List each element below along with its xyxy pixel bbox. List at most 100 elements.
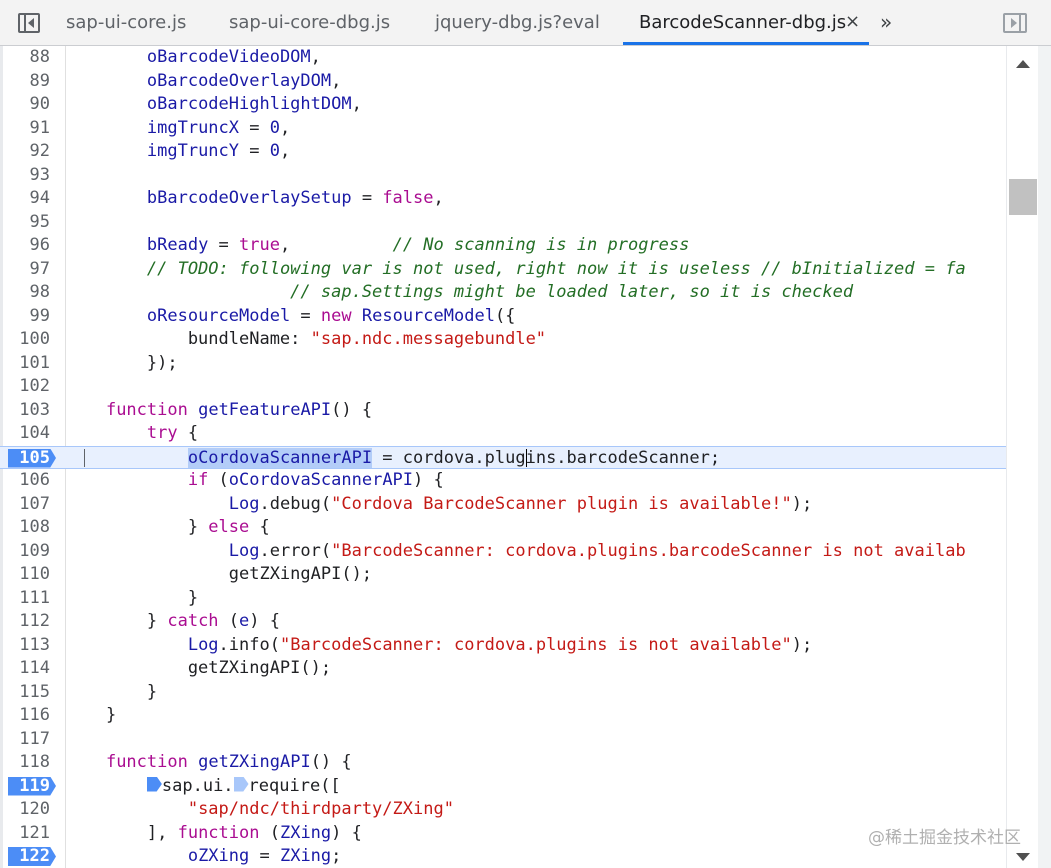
line-number[interactable]: 115 [0,681,50,705]
code-token: .error( [259,540,332,561]
line-number[interactable]: 110 [0,563,50,587]
code-text[interactable]: if (oCordovaScannerAPI) { [65,469,444,493]
code-text[interactable]: }); [65,352,178,376]
code-token: = [208,235,240,255]
scroll-up-icon[interactable] [1016,60,1030,68]
code-text[interactable]: bBarcodeOverlaySetup = false, [65,187,444,211]
code-token: getZXingAPI [198,752,311,772]
line-number[interactable]: 95 [0,211,50,235]
line-number[interactable]: 108 [0,516,50,540]
code-text[interactable]: ], function (ZXing) { [65,822,362,846]
line-number[interactable]: 109 [0,540,50,564]
tab-barcode-scanner-dbg[interactable]: BarcodeScanner-dbg.js [639,0,846,45]
line-number[interactable]: 100 [0,328,50,352]
code-token: , [351,94,362,114]
code-text[interactable]: Log.info("BarcodeScanner: cordova.plugin… [65,634,812,658]
line-number[interactable]: 122 [0,845,50,868]
code-text[interactable]: oCordovaScannerAPI = cordova.plugins.bar… [65,447,720,471]
code-text[interactable]: oBarcodeOverlayDOM, [65,70,341,94]
line-number[interactable]: 107 [0,493,50,517]
code-text[interactable]: try { [65,422,198,446]
code-line: 100 bundleName: "sap.ndc.messagebundle" [0,328,1006,352]
line-number[interactable]: 118 [0,751,50,775]
line-number[interactable]: 112 [0,610,50,634]
code-token: ); [791,493,813,514]
code-text[interactable]: imgTruncX = 0, [65,117,290,141]
vertical-scrollbar[interactable] [1006,46,1039,868]
code-text[interactable]: // sap.Settings might be loaded later, s… [65,281,853,305]
line-number[interactable]: 111 [0,587,50,611]
line-number[interactable]: 96 [0,234,50,258]
line-number[interactable]: 114 [0,657,50,681]
code-token: "sap/ndc/thirdparty/ZXing" [187,799,454,819]
code-text[interactable]: sap.ui. require([ [65,775,341,799]
code-token: bundleName: [65,329,311,349]
line-number[interactable]: 89 [0,70,50,94]
code-text[interactable]: Log.error("BarcodeScanner: cordova.plugi… [65,540,966,564]
line-number[interactable]: 116 [0,704,50,728]
line-number[interactable]: 90 [0,93,50,117]
scrollbar-thumb[interactable] [1009,179,1037,215]
tab-sap-ui-core-dbg[interactable]: sap-ui-core-dbg.js [229,0,390,45]
line-number[interactable]: 103 [0,399,50,423]
line-number[interactable]: 117 [0,728,50,752]
line-number[interactable]: 104 [0,422,50,446]
line-number[interactable]: 119 [0,775,50,799]
tab-sap-ui-core[interactable]: sap-ui-core.js [66,0,186,45]
line-number[interactable]: 101 [0,352,50,376]
line-number[interactable]: 91 [0,117,50,141]
tab-jquery-dbg[interactable]: jquery-dbg.js?eval [435,0,600,45]
line-number[interactable]: 120 [0,798,50,822]
scroll-down-icon[interactable] [1016,853,1030,861]
close-icon[interactable]: × [845,11,860,32]
line-number[interactable]: 93 [0,164,50,188]
code-text[interactable]: } [65,681,157,705]
sidebar-left-icon[interactable] [18,13,40,33]
line-number[interactable]: 105 [0,447,50,471]
line-number[interactable]: 97 [0,258,50,282]
sidebar-right-icon[interactable] [1003,13,1027,33]
code-text[interactable]: } catch (e) { [65,610,280,634]
code-token: else [208,517,250,537]
code-text[interactable]: Log.debug("Cordova BarcodeScanner plugin… [65,493,812,517]
code-token: , [279,117,291,138]
code-text[interactable]: oResourceModel = new ResourceModel({ [65,305,516,329]
chevron-double-right-icon[interactable]: » [880,10,892,34]
code-token: .info( [218,634,280,655]
line-number[interactable]: 99 [0,305,50,329]
code-text[interactable]: function getFeatureAPI() { [65,399,372,423]
code-text[interactable]: function getZXingAPI() { [65,751,352,775]
code-text[interactable]: bundleName: "sap.ndc.messagebundle" [65,328,546,352]
code-text[interactable]: bReady = true, // No scanning is in prog… [65,234,690,258]
code-line: 110 getZXingAPI(); [0,563,1006,587]
code-editor[interactable]: 88 oBarcodeVideoDOM, 89 oBarcodeOverlayDO… [0,46,1006,868]
code-line: 89 oBarcodeOverlayDOM, [0,70,1006,94]
code-text[interactable]: imgTruncY = 0, [65,140,290,164]
code-text[interactable]: // TODO: following var is not used, righ… [65,258,966,282]
code-text[interactable]: oBarcodeVideoDOM, [65,46,321,70]
code-line: 103 function getFeatureAPI() { [0,399,1006,423]
line-number[interactable]: 102 [0,375,50,399]
inline-breakpoint-icon[interactable] [233,776,249,792]
code-token: , [310,47,321,67]
code-text[interactable]: } [65,587,198,611]
line-number[interactable]: 94 [0,187,50,211]
code-text[interactable]: getZXingAPI(); [65,563,372,587]
line-number[interactable]: 121 [0,822,50,846]
code-text[interactable]: oZXing = ZXing; [65,845,342,868]
code-text[interactable]: "sap/ndc/thirdparty/ZXing" [65,798,454,822]
code-text[interactable]: oBarcodeHighlightDOM, [65,93,362,117]
line-number[interactable]: 92 [0,140,50,164]
code-text[interactable]: } else { [65,516,270,540]
code-line: 97 // TODO: following var is not used, r… [0,258,1006,282]
line-number[interactable]: 106 [0,469,50,493]
code-token: } [65,681,158,702]
code-text[interactable]: } [65,704,116,728]
code-text[interactable]: getZXingAPI(); [65,657,331,681]
line-number[interactable]: 98 [0,281,50,305]
inline-breakpoint-icon[interactable] [146,776,162,792]
line-number[interactable]: 113 [0,634,50,658]
line-number[interactable]: 88 [0,46,50,70]
